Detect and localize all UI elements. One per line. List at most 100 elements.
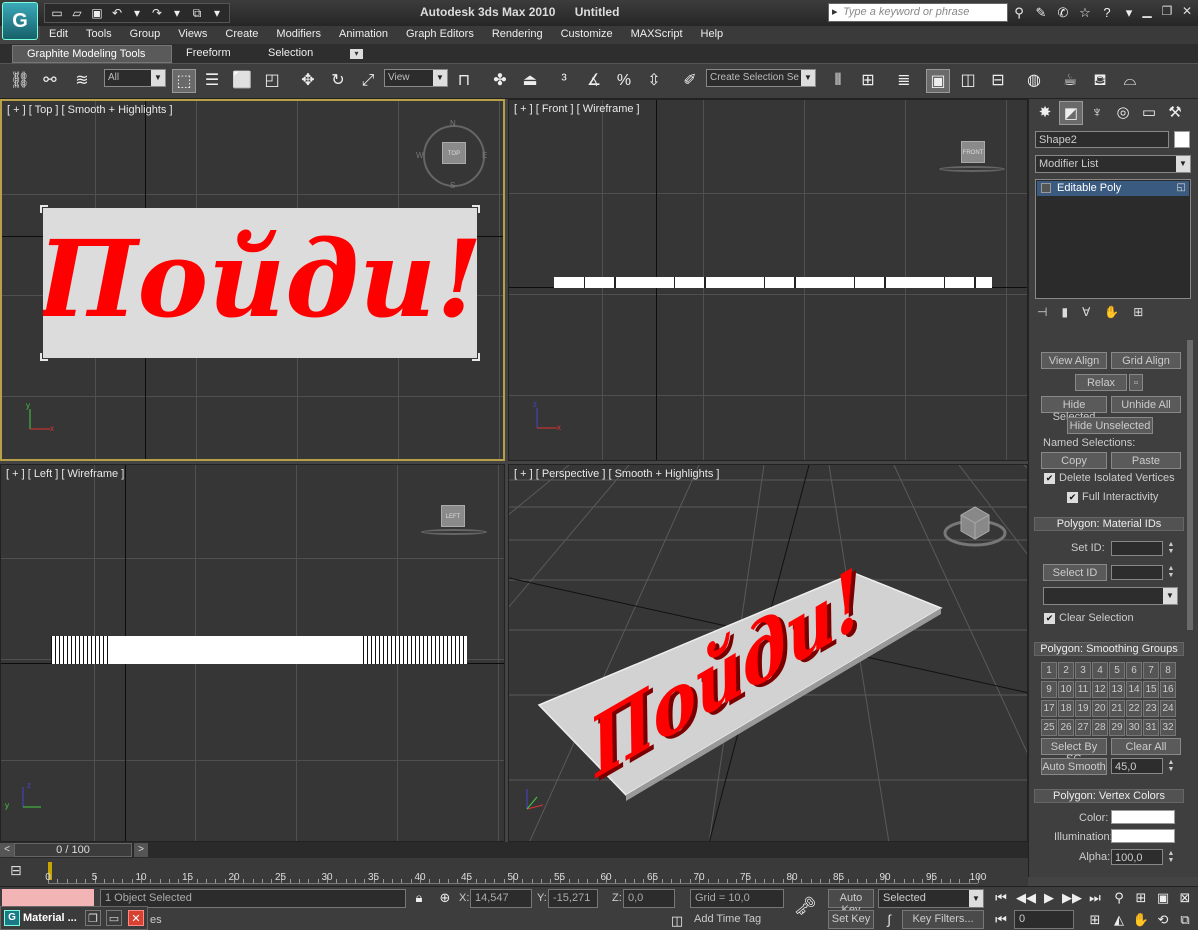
menu-modifiers[interactable]: Modifiers	[267, 26, 330, 44]
rendered-frame-icon[interactable]: ⛾	[1088, 69, 1112, 93]
reference-coordinate-dropdown[interactable]: View ▼	[384, 69, 448, 87]
vertex-colors-rollout[interactable]: Polygon: Vertex Colors	[1034, 789, 1184, 803]
smoothing-group-button[interactable]: 24	[1160, 700, 1176, 717]
set-key-button[interactable]: Set Key	[828, 910, 874, 929]
stack-item-editable-poly[interactable]: Editable Poly	[1037, 181, 1189, 196]
smoothing-group-button[interactable]: 14	[1126, 681, 1142, 698]
smoothing-group-button[interactable]: 28	[1092, 719, 1108, 736]
select-by-sg-button[interactable]: Select By SG	[1041, 738, 1107, 765]
zoom-extents-icon[interactable]: ▣	[1154, 889, 1172, 907]
smoothing-group-button[interactable]: 15	[1143, 681, 1159, 698]
schematic-view-icon[interactable]: ⊟	[986, 69, 1010, 93]
play-icon[interactable]: ▶	[1040, 889, 1058, 907]
percent-snap-icon[interactable]: %	[612, 69, 636, 93]
script-text-shape[interactable]: Пойди!	[43, 208, 477, 358]
menu-tools[interactable]: Tools	[77, 26, 121, 44]
smoothing-group-button[interactable]: 25	[1041, 719, 1057, 736]
align-icon[interactable]: ⊞	[856, 69, 880, 93]
track-ruler[interactable]: 0 5 10 15 20 25 30 35 40 45 50 55 60 65 70 75 80 85 90 95 10…	[45, 860, 986, 884]
qat-dropdown-icon[interactable]: ▾	[208, 5, 226, 21]
clear-all-button[interactable]: Clear All	[1111, 738, 1181, 755]
menu-edit[interactable]: Edit	[40, 26, 77, 44]
undo-dropdown-icon[interactable]: ▾	[128, 5, 146, 21]
selection-filter-dropdown[interactable]: All ▼	[104, 69, 166, 87]
help-dropdown-icon[interactable]: ▾	[1120, 4, 1138, 22]
smoothing-group-button[interactable]: 4	[1092, 662, 1108, 679]
viewcube[interactable]	[941, 493, 1011, 553]
paste-button[interactable]: Paste	[1111, 452, 1181, 469]
render-setup-icon[interactable]: ☕	[1058, 69, 1082, 93]
graphite-toggle-icon[interactable]: ▣	[926, 69, 950, 93]
viewcube-ring[interactable]	[421, 529, 487, 535]
viewcube[interactable]: FRONT	[961, 141, 985, 163]
angle-snap-icon[interactable]: ∡	[582, 69, 606, 93]
modifier-stack[interactable]: Editable Poly ◱	[1035, 179, 1191, 299]
search-input[interactable]: Type a keyword or phrase	[828, 3, 1008, 22]
tools-icon[interactable]: ✎	[1032, 4, 1050, 22]
rotate-icon[interactable]: ↻	[326, 69, 350, 93]
smoothing-group-button[interactable]: 23	[1143, 700, 1159, 717]
next-key-icon[interactable]: ▶▶	[1062, 889, 1082, 907]
key-icon[interactable]: 🗝︎	[794, 897, 817, 915]
smoothing-group-button[interactable]: 9	[1041, 681, 1057, 698]
viewport-label[interactable]: [ + ] [ Front ] [ Wireframe ]	[514, 103, 640, 115]
object-name-field[interactable]: Shape2	[1035, 131, 1169, 148]
relax-settings-icon[interactable]: ▫	[1129, 374, 1143, 391]
smoothing-group-button[interactable]: 11	[1075, 681, 1091, 698]
layer-manager-icon[interactable]: ≣	[892, 69, 916, 93]
hide-selected-button[interactable]: Hide Selected	[1041, 396, 1107, 423]
named-selection-dropdown[interactable]: Create Selection Se ▼	[706, 69, 816, 87]
menu-help[interactable]: Help	[692, 26, 733, 44]
smoothing-group-button[interactable]: 12	[1092, 681, 1108, 698]
smoothing-group-button[interactable]: 31	[1143, 719, 1159, 736]
absolute-mode-icon[interactable]: ⊕	[436, 889, 454, 907]
smoothing-group-button[interactable]: 21	[1109, 700, 1125, 717]
create-tab-icon[interactable]: ✸	[1033, 101, 1057, 125]
pan-view-icon[interactable]: ✋	[1132, 911, 1150, 929]
key-set-dropdown[interactable]: Selected ▼	[878, 889, 984, 908]
select-object-icon[interactable]: ⬚	[172, 69, 196, 93]
orbit-icon[interactable]: ⟲	[1154, 911, 1172, 929]
viewport-top[interactable]: [ + ] [ Top ] [ Smooth + Highlights ] По…	[0, 99, 505, 461]
smoothing-group-button[interactable]: 7	[1143, 662, 1159, 679]
time-configuration-icon[interactable]: ⊞	[1086, 911, 1104, 929]
smoothing-group-button[interactable]: 16	[1160, 681, 1176, 698]
favorites-icon[interactable]: ☆	[1076, 4, 1094, 22]
smoothing-group-button[interactable]: 1	[1041, 662, 1057, 679]
time-slider-thumb[interactable]: 0 / 100	[14, 843, 132, 857]
ribbon-minimize-icon[interactable]: ▾	[350, 49, 363, 59]
viewport-left[interactable]: [ + ] [ Left ] [ Wireframe ] LEFT z y	[0, 464, 505, 842]
previous-frame-icon[interactable]: <	[0, 843, 14, 857]
menu-animation[interactable]: Animation	[330, 26, 397, 44]
hide-unselected-button[interactable]: Hide Unselected	[1067, 417, 1153, 434]
maximize-icon[interactable]: ▭	[106, 910, 122, 926]
select-by-name-icon[interactable]: ☰	[200, 69, 224, 93]
scale-icon[interactable]: ⤢	[356, 69, 380, 93]
modify-tab-icon[interactable]: ◩	[1059, 101, 1083, 125]
communication-icon[interactable]: ✆	[1054, 4, 1072, 22]
spinner-snap-icon[interactable]: ⇳	[642, 69, 666, 93]
help-icon[interactable]: ?	[1098, 4, 1116, 22]
material-editor-taskbar-button[interactable]: G Material ... ❐ ▭ ✕	[0, 906, 148, 930]
viewcube[interactable]: TOP	[442, 142, 466, 164]
pivot-center-icon[interactable]: ⊓	[452, 69, 476, 93]
restore-icon[interactable]: ❐	[85, 910, 101, 926]
smoothing-group-button[interactable]: 8	[1160, 662, 1176, 679]
hierarchy-tab-icon[interactable]: ♆	[1085, 101, 1109, 125]
tab-freeform[interactable]: Freeform	[172, 45, 245, 63]
auto-smooth-threshold-field[interactable]: 45,0	[1111, 758, 1163, 774]
manipulate-icon[interactable]: ✤	[488, 69, 512, 93]
open-file-icon[interactable]: ▱	[68, 5, 86, 21]
menu-views[interactable]: Views	[169, 26, 216, 44]
track-bar[interactable]: ⊟ 0 5 10 15 20 25 30 35 40 45 50 55 60 65 70 75 80 85 90 95…	[0, 858, 1028, 886]
menu-customize[interactable]: Customize	[552, 26, 622, 44]
z-coordinate-field[interactable]: 0,0	[623, 889, 675, 908]
delete-isolated-checkbox[interactable]: ✔	[1044, 473, 1055, 484]
smoothing-group-button[interactable]: 18	[1058, 700, 1074, 717]
select-id-field[interactable]	[1111, 565, 1163, 580]
viewcube-ring[interactable]	[939, 166, 1005, 172]
viewport-front[interactable]: [ + ] [ Front ] [ Wireframe ] FRONT z x	[508, 99, 1028, 461]
view-align-button[interactable]: View Align	[1041, 352, 1107, 369]
current-frame-field[interactable]: 0	[1014, 910, 1074, 929]
close-icon[interactable]: ✕	[128, 910, 144, 926]
